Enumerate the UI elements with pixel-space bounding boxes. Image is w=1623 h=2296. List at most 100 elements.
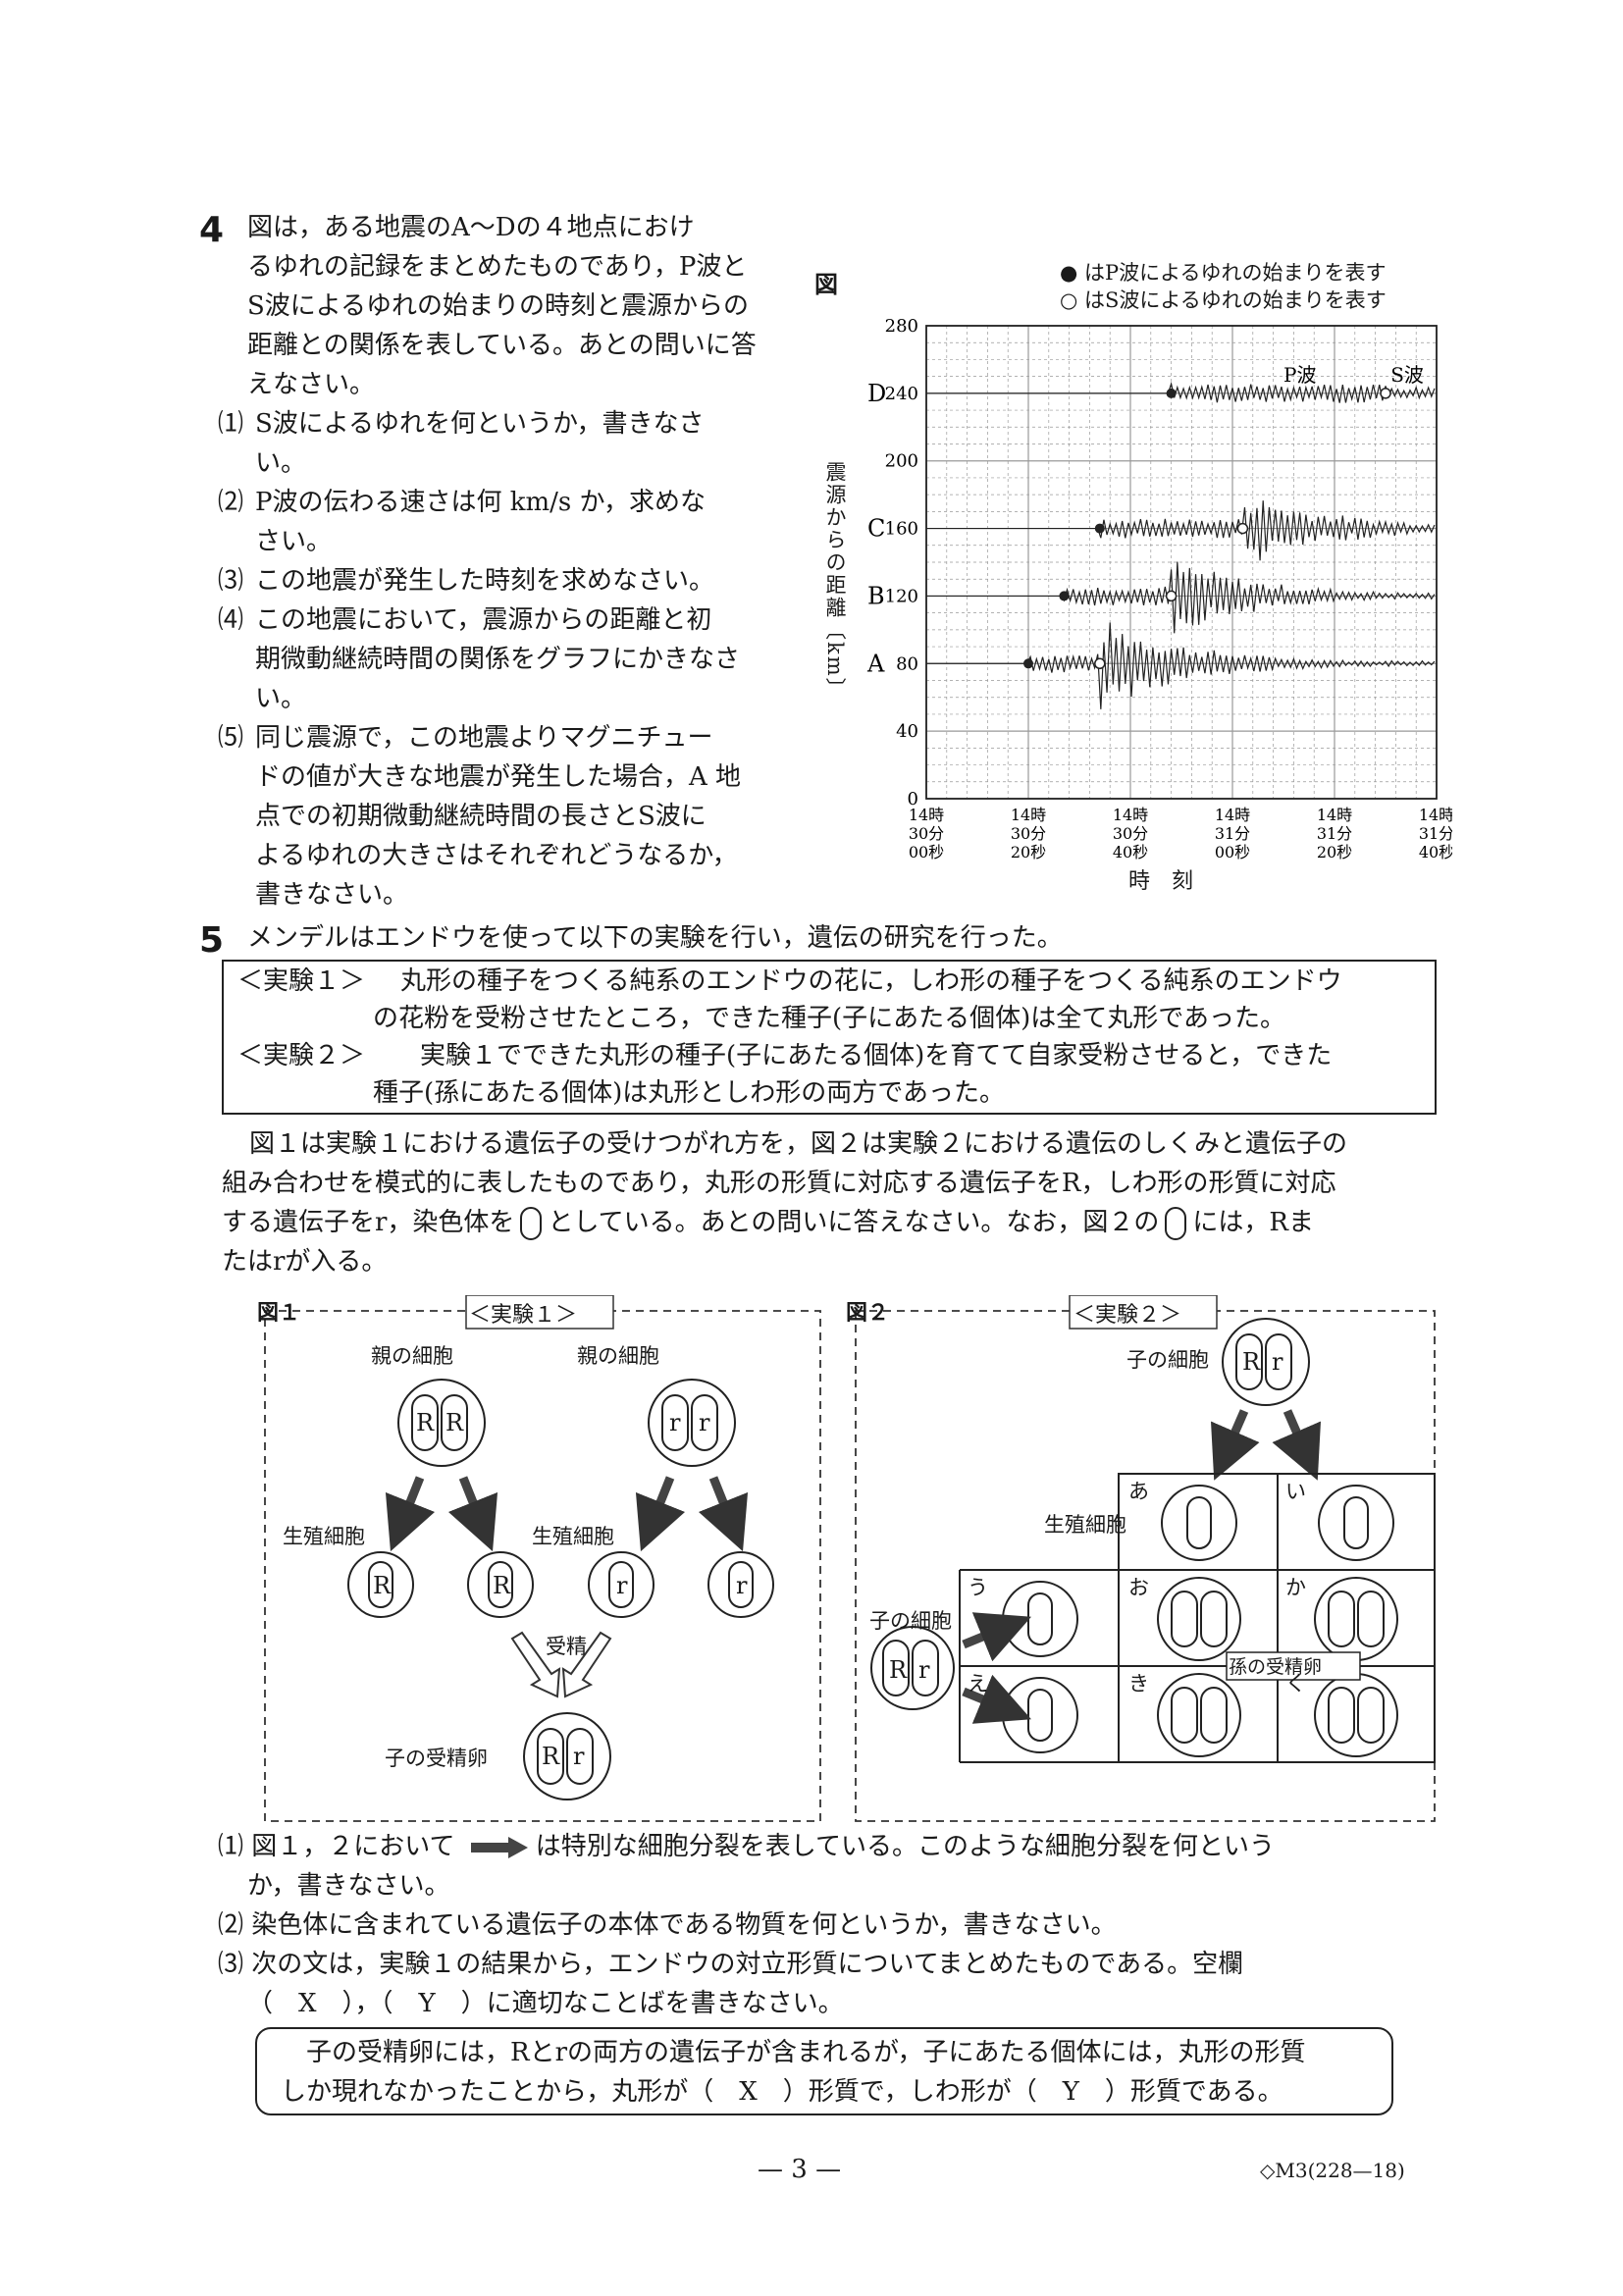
s-wave-label: S波 xyxy=(1390,363,1424,387)
page-number: — 3 — xyxy=(758,2155,842,2184)
q4-intro-line: 図は，ある地震のA〜Dの４地点におけ xyxy=(247,213,695,242)
x-tick-label: 40秒 xyxy=(1419,843,1452,861)
fig1-parent-label: 親の細胞 xyxy=(371,1344,453,1368)
x-tick-label: 40秒 xyxy=(1113,843,1148,861)
para-line-3: する遺伝子をr，染色体を としている。あとの問いに答えなさい。なお，図２の には，R… xyxy=(222,1203,1439,1242)
item-text: 次の文は，実験１の結果から，エンドウの対立形質についてまとめたものである。空欄 xyxy=(251,1950,1244,1979)
q4-item-4: ⑷ この地震において，震源からの距離と初 期微動継続時間の関係をグラフにかきなさ い。 xyxy=(218,600,797,718)
q4-item-3: ⑶ この地震が発生した時刻を求めなさい。 xyxy=(218,561,797,600)
gene-r: r xyxy=(1272,1348,1283,1376)
gene-r: r xyxy=(573,1743,585,1770)
x-tick-label: 30分 xyxy=(1113,824,1148,843)
q4-intro-line: るゆれの記録をまとめたものであり，P波と xyxy=(247,252,748,282)
gene-R: R xyxy=(542,1743,560,1770)
q4-legend-p: ● はP波によるゆれの始まりを表す xyxy=(1060,261,1387,285)
fig1-gamete-label: 生殖細胞 xyxy=(532,1525,614,1548)
parent-cell-rr xyxy=(648,1379,736,1467)
seismogram-trace xyxy=(926,561,1436,634)
cell-label-ka: か xyxy=(1285,1576,1306,1599)
y-tick-label: 240 xyxy=(885,384,918,404)
grand-zygote-label: 孫の受精卵 xyxy=(1229,1656,1323,1678)
q4-intro-line: 距離との関係を表している。あとの問いに答 xyxy=(247,331,757,360)
gene-R: R xyxy=(889,1656,908,1684)
cell-label-a: あ xyxy=(1128,1480,1149,1503)
x-tick-label: 14時 xyxy=(1317,806,1352,824)
p-wave-marker xyxy=(1166,388,1177,398)
item-line: い。 xyxy=(255,684,307,713)
chart-axes: 0408012016020024028014時30分00秒14時30分20秒14… xyxy=(885,316,1452,861)
exam-code: ◇M3(228—18) xyxy=(1260,2159,1405,2182)
y-tick-label: 40 xyxy=(896,721,918,742)
fig2-child-cell-left xyxy=(870,1626,955,1710)
para-text: としている。あとの問いに答えなさい。なお，図２の xyxy=(548,1208,1160,1237)
para-line: 図１は実験１における遺伝子の受けつがれ方を，図２は実験２における遺伝のしくみと遺… xyxy=(249,1129,1348,1159)
item-number: ⑵ xyxy=(218,488,244,517)
fig2-tag: ＜実験２＞ xyxy=(1073,1303,1182,1328)
child-zygote xyxy=(523,1712,611,1800)
gene-r: r xyxy=(918,1656,930,1684)
fig1-gamete-label: 生殖細胞 xyxy=(283,1525,365,1548)
fig1-tag: ＜実験１＞ xyxy=(469,1303,578,1328)
q4-number: 4 xyxy=(199,210,225,250)
quake-chart: 0408012016020024028014時30分00秒14時30分20秒14… xyxy=(866,316,1452,861)
q5-item-3: ⑶ 次の文は，実験１の結果から，エンドウの対立形質についてまとめたものである。空… xyxy=(218,1945,1444,1984)
item-line: 点での初期微動継続時間の長さとS波に xyxy=(255,802,707,831)
item-number: ⑷ xyxy=(218,605,244,635)
x-tick-label: 20秒 xyxy=(1317,843,1352,861)
chromosome-symbol xyxy=(520,1207,543,1240)
x-tick-label: 31分 xyxy=(1215,824,1250,843)
gene-R: R xyxy=(416,1409,435,1436)
para-text: する遺伝子をr，染色体を xyxy=(222,1208,515,1237)
item-line: さい。 xyxy=(255,527,333,556)
fig1-label: 図１ xyxy=(257,1300,301,1326)
gamete-gene: R xyxy=(493,1572,511,1599)
item-text: 染色体に含まれている遺伝子の本体である物質を何というか，書きなさい。 xyxy=(251,1910,1117,1940)
s-wave-marker xyxy=(1165,590,1178,602)
s-wave-marker xyxy=(1094,657,1106,670)
q5-paragraph: 図１は実験１における遺伝子の受けつがれ方を，図２は実験２における遺伝のしくみと遺… xyxy=(222,1124,1439,1281)
gamete-gene: r xyxy=(736,1572,748,1599)
q4-item-2: ⑵ P波の伝わる速さは何 km/s か，求めな さい。 xyxy=(218,483,797,561)
q4-intro-line: S波によるゆれの始まりの時刻と震源からの xyxy=(247,291,750,321)
x-tick-label: 31分 xyxy=(1317,824,1352,843)
q5-questions: ⑴ 図１，２において は特別な細胞分裂を表している。このような細胞分裂を何という… xyxy=(218,1827,1444,2023)
station-label: A xyxy=(866,650,885,677)
x-tick-label: 30分 xyxy=(909,824,944,843)
parent-cell-RR xyxy=(397,1379,486,1467)
item-line: 書きなさい。 xyxy=(255,880,409,910)
item-number: ⑵ xyxy=(218,1910,244,1940)
seismogram-trace xyxy=(926,500,1436,561)
gene-r: r xyxy=(699,1409,710,1436)
exp1-tag: ＜実験１＞ xyxy=(237,966,366,996)
exp2-line1: 実験１でできた丸形の種子(子にあたる個体)を育てて自家受粉させると，できた xyxy=(420,1041,1333,1070)
item-text: は特別な細胞分裂を表している。このような細胞分裂を何という xyxy=(535,1832,1276,1861)
q4-item-5: ⑸ 同じ震源で，この地震よりマグニチュー ドの値が大きな地震が発生した場合，A 地点… xyxy=(218,718,797,914)
meiosis-arrows-fig1 xyxy=(385,1476,749,1552)
x-tick-label: 20秒 xyxy=(1011,843,1046,861)
item-line: 同じ震源で，この地震よりマグニチュー xyxy=(255,723,713,753)
item-line: い。 xyxy=(255,448,307,478)
item-line: P波の伝わる速さは何 km/s か，求めな xyxy=(255,488,706,517)
s-wave-marker xyxy=(1236,522,1249,535)
p-wave-marker xyxy=(1094,523,1105,534)
item-line: この地震が発生した時刻を求めなさい。 xyxy=(255,566,715,596)
p-wave-marker xyxy=(1023,658,1033,669)
para-line: 組み合わせを模式的に表したものであり，丸形の形質に対応する遺伝子をR，しわ形の形… xyxy=(222,1169,1336,1198)
item-line: S波によるゆれを何というか，書きなさ xyxy=(255,409,705,439)
x-tick-label: 14時 xyxy=(1419,806,1452,824)
station-label: B xyxy=(867,582,885,609)
q4-figure-label: 図 xyxy=(814,270,838,298)
q4-item-1: ⑴ S波によるゆれを何というか，書きなさ い。 xyxy=(218,404,797,483)
q5-intro: メンデルはエンドウを使って以下の実験を行い，遺伝の研究を行った。 xyxy=(247,923,1063,953)
q5-item-3-cont: （ X ），（ Y ）に適切なことばを書きなさい。 xyxy=(247,1989,844,2018)
meiosis-arrows-fig2-top xyxy=(1211,1409,1321,1481)
fig2-frame xyxy=(855,1310,1436,1822)
q4-items: ⑴ S波によるゆれを何というか，書きなさ い。 ⑵ P波の伝わる速さは何 km/s か… xyxy=(218,404,797,914)
item-text: 図１，２において xyxy=(251,1832,455,1861)
gametes-fig1 xyxy=(347,1551,774,1618)
p-wave-marker xyxy=(1059,591,1070,601)
item-number: ⑴ xyxy=(218,1832,244,1861)
q5-item-2: ⑵ 染色体に含まれている遺伝子の本体である物質を何というか，書きなさい。 xyxy=(218,1905,1444,1945)
fig2-child-cell-label: 子の細胞 xyxy=(1126,1348,1209,1372)
item-line: よるゆれの大きさはそれぞれどうなるか， xyxy=(255,841,738,870)
